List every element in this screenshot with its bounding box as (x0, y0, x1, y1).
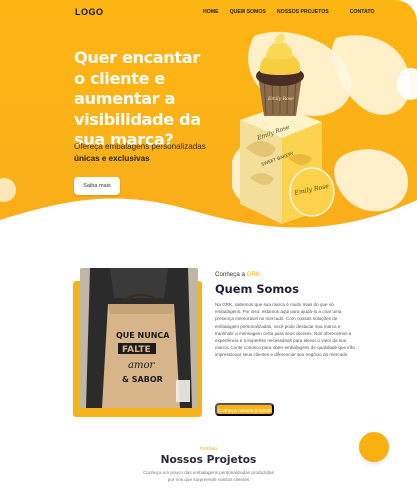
top-navigation: LOGO HOME QUEM SOMOS NOSSOS PROJETOS CON… (0, 0, 417, 26)
nav-link-quem-somos[interactable]: QUEM SOMOS (230, 9, 266, 15)
bag-illustration: QUE NUNCA FALTE amor & SABOR (80, 268, 198, 408)
bag-text-line1: QUE NUNCA (116, 331, 170, 340)
hero-subheadline-bold: únicas e exclusivas (74, 154, 150, 163)
hero-subheadline-text: Ofereça embalagens personalizadas (74, 142, 206, 151)
bag-text-line4: & SABOR (122, 375, 163, 384)
about-title: Quem Somos (215, 282, 299, 296)
projects-kicker: Portfolio (199, 447, 218, 452)
decorative-side-circle (397, 68, 417, 100)
conheca-projetos-button[interactable]: Conheça nossos projetos (215, 403, 274, 416)
nav-links: HOME QUEM SOMOS NOSSOS PROJETOS CONTATO (203, 9, 385, 15)
projects-title: Nossos Projetos (160, 454, 257, 466)
nav-link-home[interactable]: HOME (203, 9, 219, 15)
hero-wave-divider (0, 198, 417, 235)
logo[interactable]: LOGO (75, 7, 104, 17)
saiba-mais-button[interactable]: Saiba mais (74, 177, 120, 195)
about-kicker-prefix: Conheça a (215, 271, 247, 278)
projects-text: Conheça um pouco das embalagens personal… (143, 470, 274, 482)
bag-text-line3: amor (128, 360, 155, 371)
floating-action-button[interactable] (359, 432, 389, 462)
cupcake-wrapper-text: Emily Rose (267, 96, 294, 102)
about-image: QUE NUNCA FALTE amor & SABOR (80, 268, 198, 408)
hero-headline: Quer encantar o cliente e aumentar a vis… (74, 48, 201, 149)
hero-section: Emily Rose SWEET BAKERY Emily Rose Emily… (0, 0, 417, 235)
about-kicker-brand: GRK (246, 271, 261, 278)
nav-link-contato[interactable]: CONTATO (350, 9, 375, 15)
hero-subheadline: Ofereça embalagens personalizadas únicas… (74, 141, 234, 165)
bag-text-line2: FALTE (122, 345, 151, 355)
about-text: Na GRK, sabemos que sua marca é muito ma… (215, 302, 355, 358)
nav-link-nossos-projetos[interactable]: NOSSOS PROJETOS (277, 9, 329, 15)
about-kicker: Conheça a GRK (215, 271, 260, 278)
